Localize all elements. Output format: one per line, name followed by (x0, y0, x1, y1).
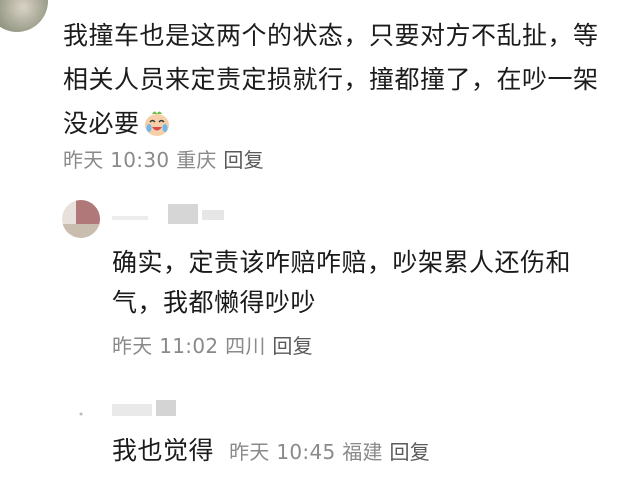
reply-button[interactable]: 回复 (223, 148, 264, 172)
reply-meta: 昨天 11:02 四川 回复 (112, 330, 313, 359)
avatar[interactable] (0, 0, 48, 32)
reply-meta: 昨天 10:45 福建 回复 (229, 440, 430, 464)
avatar[interactable] (74, 407, 88, 421)
reply-location: 福建 (342, 440, 383, 464)
username-redacted[interactable] (112, 394, 192, 420)
avatar-image-part (62, 224, 100, 238)
comment-time: 昨天 10:30 (63, 148, 170, 172)
reply-button[interactable]: 回复 (272, 334, 313, 358)
comment-meta: 昨天 10:30 重庆 回复 (63, 144, 264, 173)
reply-time: 昨天 10:45 (229, 440, 336, 464)
username-redacted[interactable] (112, 196, 242, 224)
redaction-mark (168, 204, 198, 224)
crying-laughing-emoji-icon (142, 108, 172, 138)
redaction-mark (112, 404, 152, 416)
redaction-mark (202, 210, 224, 220)
comment-location: 重庆 (176, 148, 217, 172)
redaction-mark (156, 400, 176, 416)
reply-time: 昨天 11:02 (112, 334, 219, 358)
reply-text: 确实，定责该咋赔咋赔，吵架累人还伤和气，我都懒得吵吵 (112, 248, 572, 317)
avatar[interactable] (62, 200, 100, 238)
redaction-mark (112, 216, 148, 220)
comment-text: 我撞车也是这两个的状态，只要对方不乱扯，等相关人员来定责定损就行，撞都撞了，在吵… (63, 14, 623, 146)
reply-line: 我也觉得 昨天 10:45 福建 回复 (112, 431, 430, 467)
avatar-image-part (76, 200, 100, 226)
reply-button[interactable]: 回复 (389, 440, 430, 464)
comment-thread: 我撞车也是这两个的状态，只要对方不乱扯，等相关人员来定责定损就行，撞都撞了，在吵… (0, 0, 640, 491)
reply-location: 四川 (225, 334, 266, 358)
reply-text: 我也觉得 (112, 436, 215, 465)
